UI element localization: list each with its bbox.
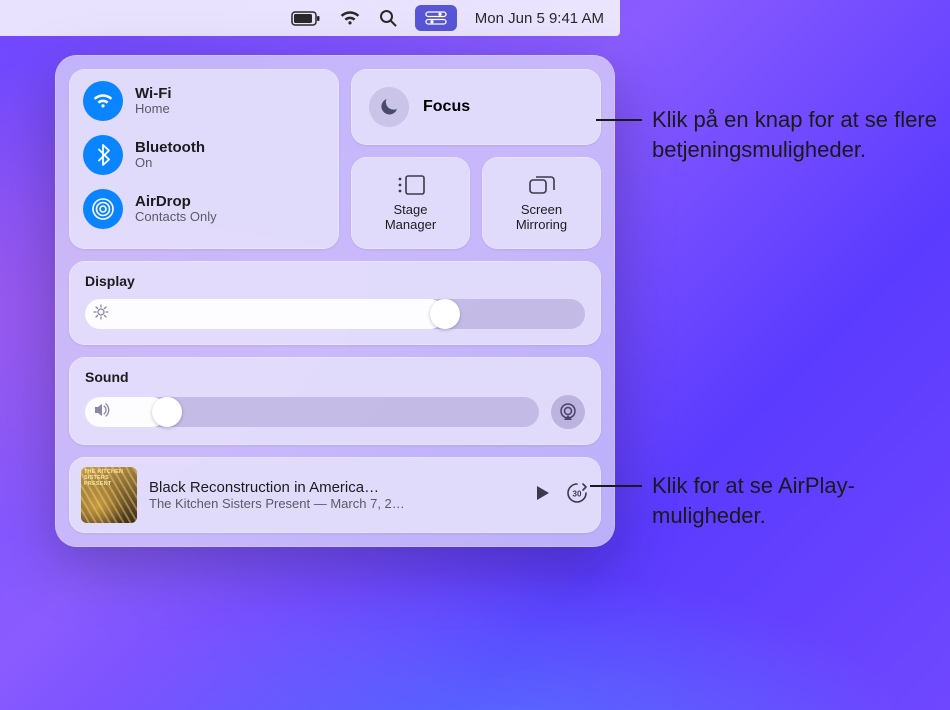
- screen-mirroring-button[interactable]: ScreenMirroring: [482, 157, 601, 249]
- airplay-audio-button[interactable]: [551, 395, 585, 429]
- control-center-icon[interactable]: [415, 5, 457, 31]
- wifi-toggle[interactable]: Wi-Fi Home: [83, 81, 325, 121]
- volume-icon: [93, 402, 111, 423]
- bluetooth-sub: On: [135, 156, 205, 171]
- callout-focus: Klik på en knap for at se flere betjenin…: [652, 105, 950, 164]
- skip-30-button[interactable]: 30: [565, 481, 589, 510]
- wifi-sub: Home: [135, 102, 172, 117]
- connectivity-tile: Wi-Fi Home Bluetooth On AirDrop: [69, 69, 339, 249]
- menubar: Mon Jun 5 9:41 AM: [0, 0, 620, 36]
- display-head: Display: [85, 273, 585, 289]
- stage-label-1: Stage: [394, 202, 428, 217]
- stage-label-2: Manager: [385, 217, 436, 232]
- menubar-datetime[interactable]: Mon Jun 5 9:41 AM: [475, 10, 604, 27]
- control-center-panel: Wi-Fi Home Bluetooth On AirDrop: [55, 55, 615, 547]
- screen-mirroring-icon: [527, 173, 557, 197]
- brightness-icon: [93, 304, 109, 325]
- now-playing-title: Black Reconstruction in America…: [149, 479, 521, 496]
- callout-focus-text: Klik på en knap for at se flere betjenin…: [652, 107, 937, 162]
- wifi-icon: [83, 81, 123, 121]
- bluetooth-toggle[interactable]: Bluetooth On: [83, 135, 325, 175]
- airplay-icon: [558, 402, 578, 422]
- focus-button[interactable]: Focus: [351, 69, 601, 145]
- stage-manager-button[interactable]: StageManager: [351, 157, 470, 249]
- airdrop-icon: [83, 189, 123, 229]
- artwork-caption: THE KITCHEN SISTERS PRESENT: [84, 469, 134, 487]
- moon-icon: [369, 87, 409, 127]
- wifi-title: Wi-Fi: [135, 85, 172, 102]
- airdrop-toggle[interactable]: AirDrop Contacts Only: [83, 189, 325, 229]
- stage-manager-icon: [396, 173, 426, 197]
- wifi-icon[interactable]: [339, 10, 361, 26]
- sound-slider[interactable]: [85, 397, 539, 427]
- mirror-label-1: Screen: [521, 202, 562, 217]
- now-playing-tile[interactable]: THE KITCHEN SISTERS PRESENT Black Recons…: [69, 457, 601, 533]
- sound-head: Sound: [85, 369, 585, 385]
- spotlight-icon[interactable]: [379, 9, 397, 27]
- mirror-label-2: Mirroring: [516, 217, 567, 232]
- bluetooth-title: Bluetooth: [135, 139, 205, 156]
- sound-tile: Sound: [69, 357, 601, 445]
- airdrop-sub: Contacts Only: [135, 210, 217, 225]
- now-playing-subtitle: The Kitchen Sisters Present — March 7, 2…: [149, 496, 521, 511]
- callout-airplay: Klik for at se AirPlay-muligheder.: [652, 471, 932, 530]
- callout-airplay-text: Klik for at se AirPlay-muligheder.: [652, 473, 855, 528]
- focus-title: Focus: [423, 98, 470, 116]
- display-slider[interactable]: [85, 299, 585, 329]
- airdrop-title: AirDrop: [135, 193, 217, 210]
- play-button[interactable]: [533, 484, 551, 507]
- svg-text:30: 30: [573, 489, 582, 498]
- now-playing-artwork: THE KITCHEN SISTERS PRESENT: [81, 467, 137, 523]
- battery-icon[interactable]: [291, 11, 321, 26]
- display-tile: Display: [69, 261, 601, 345]
- bluetooth-icon: [83, 135, 123, 175]
